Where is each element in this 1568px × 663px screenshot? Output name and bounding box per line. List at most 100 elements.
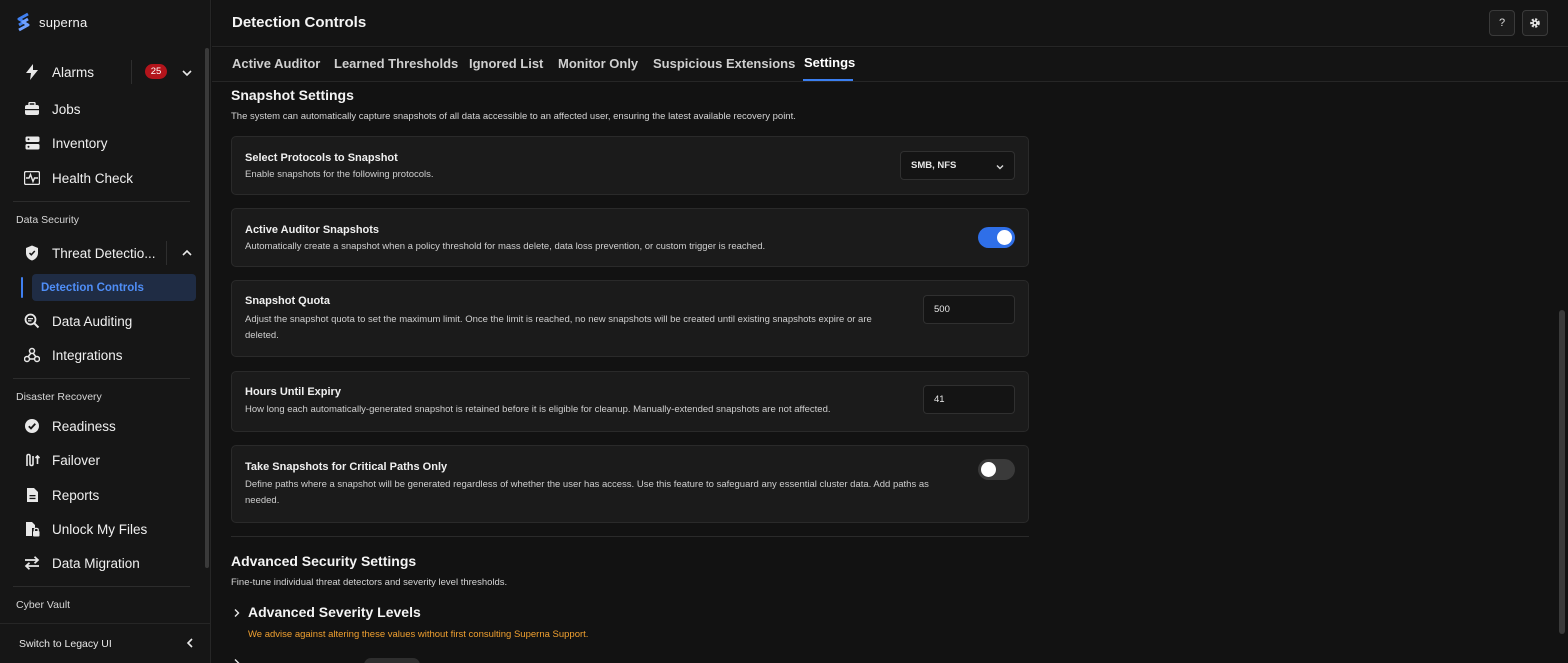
section-label-cyber-vault: Cyber Vault (16, 599, 71, 611)
sidebar-item-reports[interactable]: Reports (13, 480, 196, 510)
top-bar: Detection Controls ? (212, 0, 1568, 47)
tab-bar: Active Auditor Learned Thresholds Ignore… (212, 48, 1568, 82)
help-button[interactable]: ? (1489, 10, 1515, 36)
lightning-icon (23, 63, 41, 81)
webhook-icon (23, 346, 41, 364)
chevron-left-icon[interactable] (184, 637, 196, 649)
toggle-knob (997, 230, 1012, 245)
snapshot-quota-input[interactable]: 500 (923, 295, 1015, 324)
tab-settings[interactable]: Settings (804, 55, 855, 70)
submenu-indicator (21, 277, 23, 298)
sidebar-item-label: Health Check (52, 170, 134, 186)
active-tab-indicator (803, 79, 853, 81)
briefcase-icon (23, 100, 41, 118)
protocols-select[interactable]: SMB, NFS (900, 151, 1015, 180)
auditor-snapshots-card: Active Auditor Snapshots Automatically c… (231, 208, 1029, 267)
protocols-select-value: SMB, NFS (911, 160, 957, 171)
critical-paths-title: Take Snapshots for Critical Paths Only (245, 461, 448, 473)
file-lock-icon (23, 520, 41, 538)
snapshot-quota-title: Snapshot Quota (245, 295, 330, 307)
critical-paths-description-line2: needed. (245, 495, 280, 506)
hours-until-expiry-card: Hours Until Expiry How long each automat… (231, 371, 1029, 432)
section-label-data-security: Data Security (16, 214, 80, 226)
chevron-up-icon[interactable] (181, 247, 193, 259)
severity-warning-text: We advise against altering these values … (248, 629, 589, 640)
sidebar-divider (13, 201, 190, 202)
auditor-snapshots-toggle[interactable] (978, 227, 1015, 248)
auditor-snapshots-description: Automatically create a snapshot when a p… (245, 241, 766, 252)
sidebar-divider (13, 378, 190, 379)
document-icon (23, 486, 41, 504)
app-root: superna Alarms 25 Jobs Inventory Health … (0, 0, 1568, 663)
content-scrollbar[interactable] (1559, 310, 1565, 634)
sidebar-item-label: Inventory (52, 135, 108, 151)
sidebar-item-label: Jobs (52, 101, 81, 117)
snapshot-quota-description-line1: Adjust the snapshot quota to set the max… (245, 314, 872, 325)
switch-legacy-ui-button[interactable]: Switch to Legacy UI (0, 623, 210, 663)
sidebar-scrollbar[interactable] (205, 48, 209, 568)
hours-until-expiry-description: How long each automatically-generated sn… (245, 404, 831, 415)
section-divider (231, 536, 1029, 537)
sidebar-item-label: Alarms (52, 64, 95, 80)
alarm-count-badge: 25 (145, 64, 167, 79)
page-title: Detection Controls (232, 14, 367, 31)
tab-active-auditor[interactable]: Active Auditor (232, 56, 320, 71)
search-document-icon (23, 312, 41, 330)
sidebar-item-readiness[interactable]: Readiness (13, 411, 196, 441)
tab-learned-thresholds[interactable]: Learned Thresholds (334, 56, 458, 71)
sidebar-item-label: Integrations (52, 347, 123, 363)
advanced-security-description: Fine-tune individual threat detectors an… (231, 577, 508, 588)
sidebar-divider (13, 586, 190, 587)
sidebar-item-label: Readiness (52, 418, 116, 434)
sidebar-item-label: Unlock My Files (52, 521, 148, 537)
snapshot-settings-heading: Snapshot Settings (231, 87, 354, 103)
tab-ignored-list[interactable]: Ignored List (469, 56, 543, 71)
settings-button[interactable] (1522, 10, 1548, 36)
chevron-right-icon[interactable] (232, 658, 242, 663)
tab-monitor-only[interactable]: Monitor Only (558, 56, 638, 71)
server-icon (23, 134, 41, 152)
critical-paths-toggle[interactable] (978, 459, 1015, 480)
failover-arrows-icon (23, 451, 41, 469)
toggle-knob (981, 462, 996, 477)
sidebar-item-unlock-my-files[interactable]: Unlock My Files (13, 514, 196, 544)
snapshot-settings-description: The system can automatically capture sna… (231, 111, 796, 122)
hours-until-expiry-title: Hours Until Expiry (245, 386, 341, 398)
gear-icon (1530, 18, 1540, 28)
protocols-card: Select Protocols to Snapshot Enable snap… (231, 136, 1029, 195)
superna-logo-icon (17, 12, 30, 32)
shield-icon (23, 244, 41, 262)
section-label-disaster-recovery: Disaster Recovery (16, 391, 102, 403)
protocols-title: Select Protocols to Snapshot (245, 152, 398, 164)
sidebar-item-data-migration[interactable]: Data Migration (13, 548, 196, 578)
sidebar-item-failover[interactable]: Failover (13, 445, 196, 475)
sidebar-item-health-check[interactable]: Health Check (13, 163, 196, 193)
swap-arrows-icon (23, 554, 41, 572)
hours-until-expiry-value: 41 (934, 394, 945, 405)
sidebar-item-label: Failover (52, 452, 101, 468)
help-icon: ? (1498, 17, 1506, 29)
brand-name: superna (39, 14, 88, 30)
snapshot-quota-card: Snapshot Quota Adjust the snapshot quota… (231, 280, 1029, 357)
sidebar-item-integrations[interactable]: Integrations (13, 340, 196, 370)
sidebar-item-label: Data Migration (52, 555, 140, 571)
critical-paths-description-line1: Define paths where a snapshot will be ge… (245, 479, 929, 490)
snapshot-quota-description-line2: deleted. (245, 330, 279, 341)
tab-suspicious-extensions[interactable]: Suspicious Extensions (653, 56, 795, 71)
sidebar-item-detection-controls[interactable]: Detection Controls (32, 274, 196, 301)
chevron-down-icon (996, 165, 1004, 170)
advanced-severity-levels-heading[interactable]: Advanced Severity Levels (248, 604, 421, 620)
sidebar-item-alarms[interactable]: Alarms (13, 57, 196, 87)
sidebar-item-inventory[interactable]: Inventory (13, 128, 196, 158)
chevron-right-icon[interactable] (232, 608, 242, 618)
sidebar-item-threat-detection[interactable]: Threat Detectio... (13, 238, 196, 268)
brand-logo[interactable]: superna (15, 12, 87, 32)
chevron-down-icon[interactable] (181, 67, 193, 79)
threat-detection-separator (166, 241, 167, 265)
sidebar-item-label: Detection Controls (41, 281, 144, 294)
sidebar-item-label: Data Auditing (52, 313, 133, 329)
hours-until-expiry-input[interactable]: 41 (923, 385, 1015, 414)
sidebar-item-data-auditing[interactable]: Data Auditing (13, 306, 196, 336)
sidebar-item-jobs[interactable]: Jobs (13, 94, 196, 124)
health-monitor-icon (23, 169, 41, 187)
